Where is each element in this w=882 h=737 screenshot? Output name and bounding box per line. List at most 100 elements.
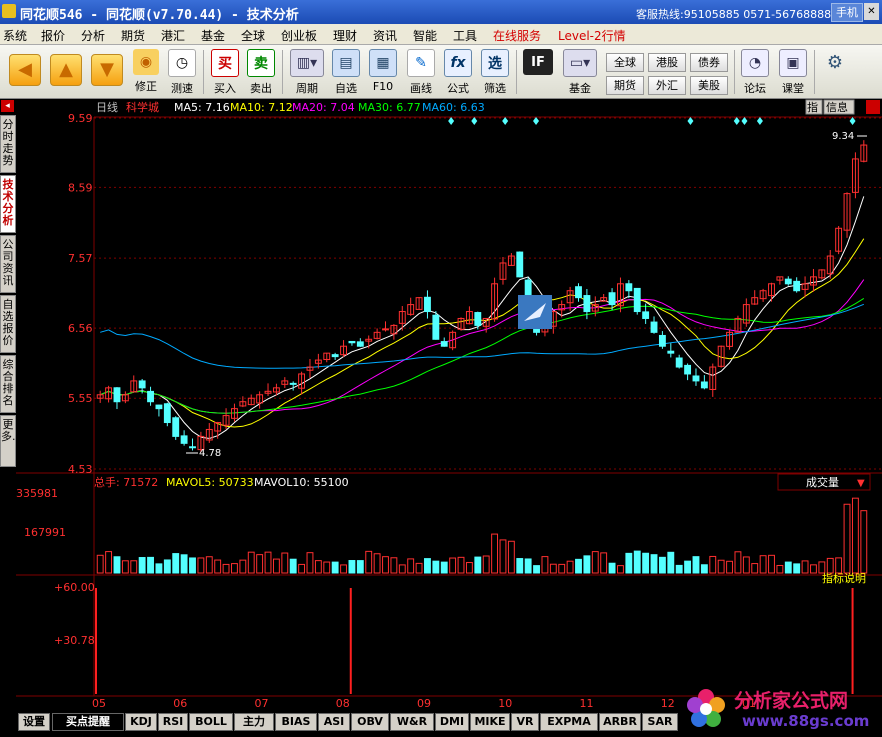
tab-company-news[interactable]: 公司资讯 [0, 235, 16, 293]
volume-bar [172, 553, 180, 574]
watermark-url: www.88gs.com [742, 712, 870, 730]
menu-news[interactable]: 资讯 [373, 27, 397, 44]
volume-bar [113, 556, 121, 574]
tab-watchlist-quotes[interactable]: 自选报价 [0, 295, 16, 353]
period-label: 日线 [96, 100, 118, 114]
global-button[interactable]: 全球 [606, 53, 644, 72]
candle-body [432, 314, 440, 340]
hk-stock-button[interactable]: 港股 [648, 53, 686, 72]
info-button-label: 信息 [826, 100, 848, 114]
close-icon[interactable]: ✕ [864, 3, 879, 20]
tab-arbr[interactable]: ARBR [599, 713, 641, 731]
menu-quote[interactable]: 报价 [41, 27, 65, 44]
up-arrow-icon[interactable]: ▲ [50, 54, 82, 86]
tab-boll[interactable]: BOLL [189, 713, 233, 731]
indicator-button-label: 指 [807, 100, 818, 114]
candle-body [189, 446, 196, 449]
tab-more[interactable]: 更多... [0, 415, 23, 467]
x-axis-label: 07 [255, 697, 269, 710]
flower-logo-icon [687, 689, 725, 727]
tab-intraday[interactable]: 分时走势 [0, 115, 16, 173]
toolbar-divider [516, 50, 517, 94]
tab-kdj[interactable]: KDJ [125, 713, 157, 731]
tab-sar[interactable]: SAR [642, 713, 678, 731]
volume-bar [667, 551, 675, 574]
volume-bar [625, 552, 633, 574]
if-button[interactable]: IF [522, 49, 554, 97]
dropdown-arrow-icon[interactable]: ▼ [857, 478, 865, 489]
menu-global[interactable]: 全球 [241, 27, 265, 44]
mobile-button[interactable]: 手机 [831, 3, 863, 22]
speed-test-button[interactable]: ◷ 测速 [167, 49, 197, 97]
menu-finance[interactable]: 理财 [333, 27, 357, 44]
menu-tools[interactable]: 工具 [453, 27, 477, 44]
volume-bar [658, 556, 666, 574]
collapse-icon[interactable]: ◂ [1, 100, 14, 112]
tab-settings[interactable]: 设置 [18, 713, 50, 731]
draw-line-button[interactable]: ✎ 画线 [406, 49, 436, 97]
futures-button[interactable]: 期货 [606, 76, 644, 95]
volume-bar [474, 556, 482, 574]
tab-ranking[interactable]: 综合排名 [0, 355, 16, 413]
down-arrow-icon[interactable]: ▼ [91, 54, 123, 86]
tab-buy-signal[interactable]: 买点提醒 [52, 713, 124, 731]
app-logo-icon [2, 4, 16, 18]
tab-asi[interactable]: ASI [318, 713, 350, 731]
settings-button[interactable]: ⚙ [820, 49, 850, 97]
tab-technical-analysis[interactable]: 技术分析 [0, 175, 16, 233]
f10-button[interactable]: ▦ F10 [368, 49, 398, 97]
volume-bar [356, 560, 364, 574]
menu-level2[interactable]: Level-2行情 [558, 27, 626, 44]
candle-body [138, 380, 146, 389]
menu-system[interactable]: 系统 [3, 27, 27, 44]
expand-panel-icon[interactable] [866, 100, 880, 114]
volume-bar [684, 560, 692, 574]
watchlist-button[interactable]: ▤ 自选 [331, 49, 361, 97]
tab-main-force[interactable]: 主力 [234, 713, 274, 731]
period-button[interactable]: ▥▾ 周期 [289, 49, 325, 97]
back-arrow-icon[interactable]: ◀ [9, 54, 41, 86]
volume-bar [155, 563, 163, 574]
menu-online-service[interactable]: 在线服务 [493, 27, 541, 44]
bond-button[interactable]: 债券 [690, 53, 728, 72]
tab-wr[interactable]: W&R [390, 713, 434, 731]
volume-bar [692, 556, 700, 574]
menu-smart[interactable]: 智能 [413, 27, 437, 44]
tab-vr[interactable]: VR [511, 713, 539, 731]
tab-dmi[interactable]: DMI [435, 713, 469, 731]
menu-fund[interactable]: 基金 [201, 27, 225, 44]
candle-body [172, 417, 180, 437]
forex-button[interactable]: 外汇 [648, 76, 686, 95]
x-axis-label: 11 [580, 697, 594, 710]
fund-button[interactable]: ▭▾ 基金 [562, 49, 598, 97]
tab-obv[interactable]: OBV [351, 713, 389, 731]
tab-expma[interactable]: EXPMA [540, 713, 598, 731]
x-axis-label: 09 [417, 697, 431, 710]
volume-bar [642, 552, 650, 574]
volume-bar [163, 559, 171, 574]
buy-button[interactable]: 买买入 [210, 49, 240, 97]
volume-bar [784, 561, 792, 574]
tab-mike[interactable]: MIKE [470, 713, 510, 731]
watchlist-icon: ▤ [332, 49, 360, 77]
speed-test-icon: ◷ [168, 49, 196, 77]
candle-body [784, 278, 792, 285]
us-stock-button[interactable]: 美股 [690, 76, 728, 95]
tab-bias[interactable]: BIAS [275, 713, 317, 731]
sell-button[interactable]: 卖卖出 [246, 49, 276, 97]
correct-icon: ◉ [133, 49, 159, 75]
candle-body [440, 341, 448, 347]
classroom-button[interactable]: ▣ 课堂 [778, 49, 808, 97]
forum-button[interactable]: ◔ 论坛 [740, 49, 770, 97]
stock-chart[interactable]: 9.59 8.59 7.57 6.56 5.55 4.53 05 06 07 08 09 10 11 1… [16, 99, 882, 711]
menu-futures[interactable]: 期货 [121, 27, 145, 44]
filter-button[interactable]: 选筛选 [480, 49, 510, 97]
indicator-note-link[interactable]: 指标说明 [822, 571, 866, 585]
formula-button[interactable]: fx 公式 [443, 49, 473, 97]
menu-analysis[interactable]: 分析 [81, 27, 105, 44]
menu-hk[interactable]: 港汇 [161, 27, 185, 44]
menu-gem[interactable]: 创业板 [281, 27, 317, 44]
correct-button[interactable]: ◉ 修正 [131, 49, 161, 97]
signal-mid-tick: +30.78 [54, 634, 95, 647]
tab-rsi[interactable]: RSI [158, 713, 188, 731]
